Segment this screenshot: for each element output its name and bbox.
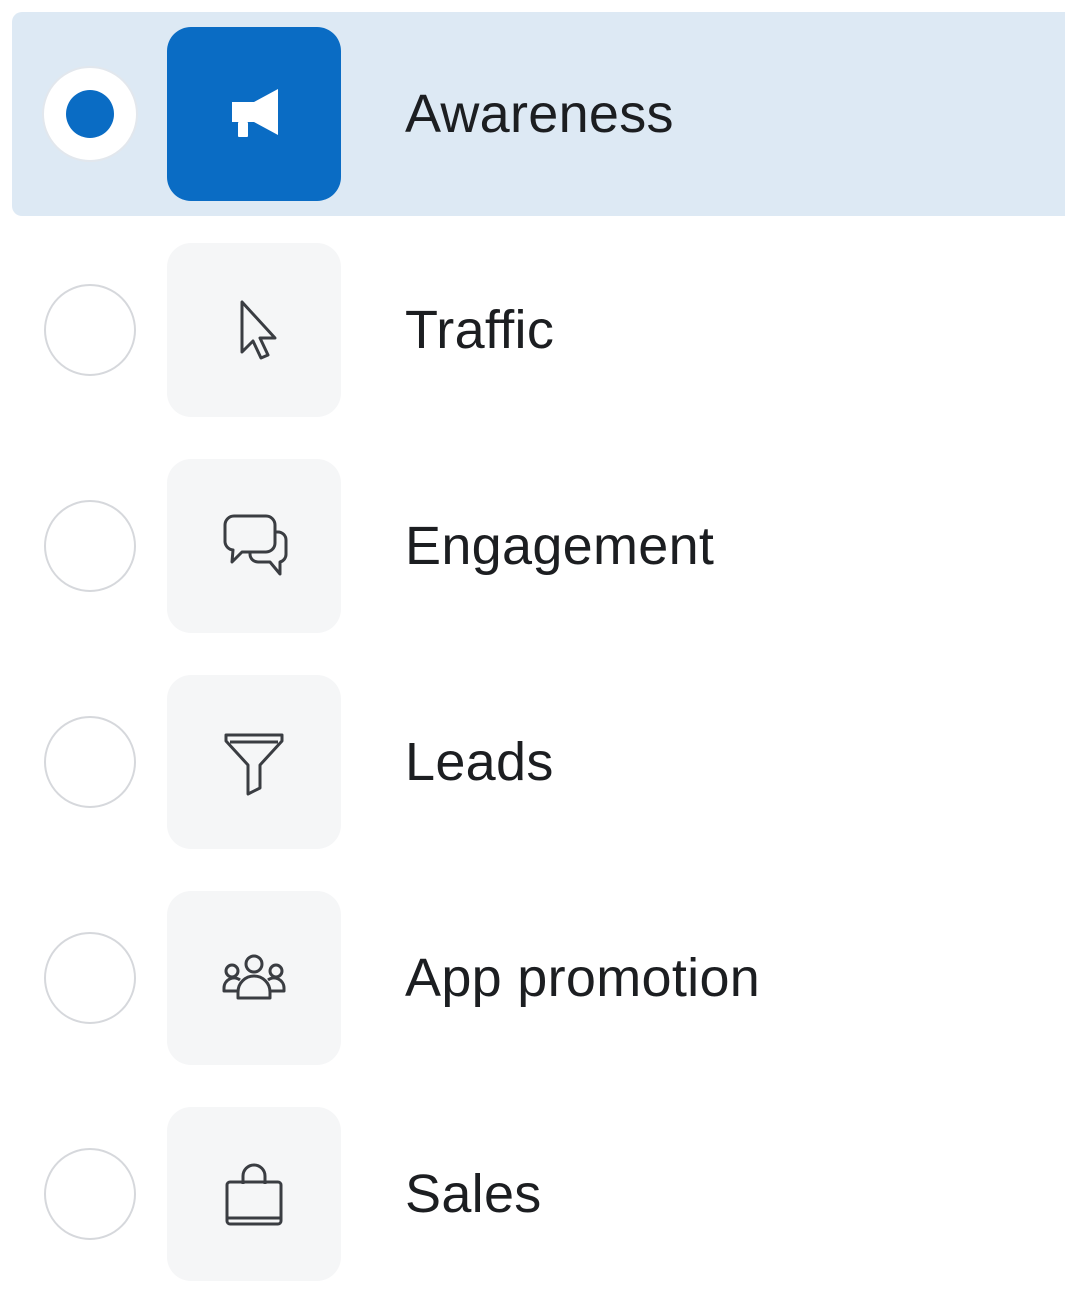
cursor-icon bbox=[167, 243, 341, 417]
objective-option-awareness[interactable]: Awareness bbox=[12, 12, 1065, 216]
objective-label: Traffic bbox=[405, 300, 555, 360]
objective-list: Awareness Traffic Engagement Leads App p… bbox=[0, 0, 1065, 1281]
radio-button-engagement[interactable] bbox=[44, 500, 136, 592]
objective-option-traffic[interactable]: Traffic bbox=[12, 228, 1065, 432]
objective-label: Engagement bbox=[405, 516, 715, 576]
objective-option-engagement[interactable]: Engagement bbox=[12, 444, 1065, 648]
radio-button-traffic[interactable] bbox=[44, 284, 136, 376]
funnel-icon bbox=[167, 675, 341, 849]
objective-option-sales[interactable]: Sales bbox=[12, 1092, 1065, 1296]
objective-label: Leads bbox=[405, 732, 554, 792]
objective-option-leads[interactable]: Leads bbox=[12, 660, 1065, 864]
radio-button-app-promotion[interactable] bbox=[44, 932, 136, 1024]
objective-label: Sales bbox=[405, 1164, 542, 1224]
chat-bubbles-icon bbox=[167, 459, 341, 633]
radio-button-sales[interactable] bbox=[44, 1148, 136, 1240]
megaphone-icon bbox=[167, 27, 341, 201]
objective-label: Awareness bbox=[405, 84, 674, 144]
radio-button-leads[interactable] bbox=[44, 716, 136, 808]
shopping-bag-icon bbox=[167, 1107, 341, 1281]
radio-selected-dot bbox=[66, 90, 114, 138]
radio-button-awareness[interactable] bbox=[44, 68, 136, 160]
people-icon bbox=[167, 891, 341, 1065]
objective-option-app-promotion[interactable]: App promotion bbox=[12, 876, 1065, 1080]
objective-label: App promotion bbox=[405, 948, 761, 1008]
